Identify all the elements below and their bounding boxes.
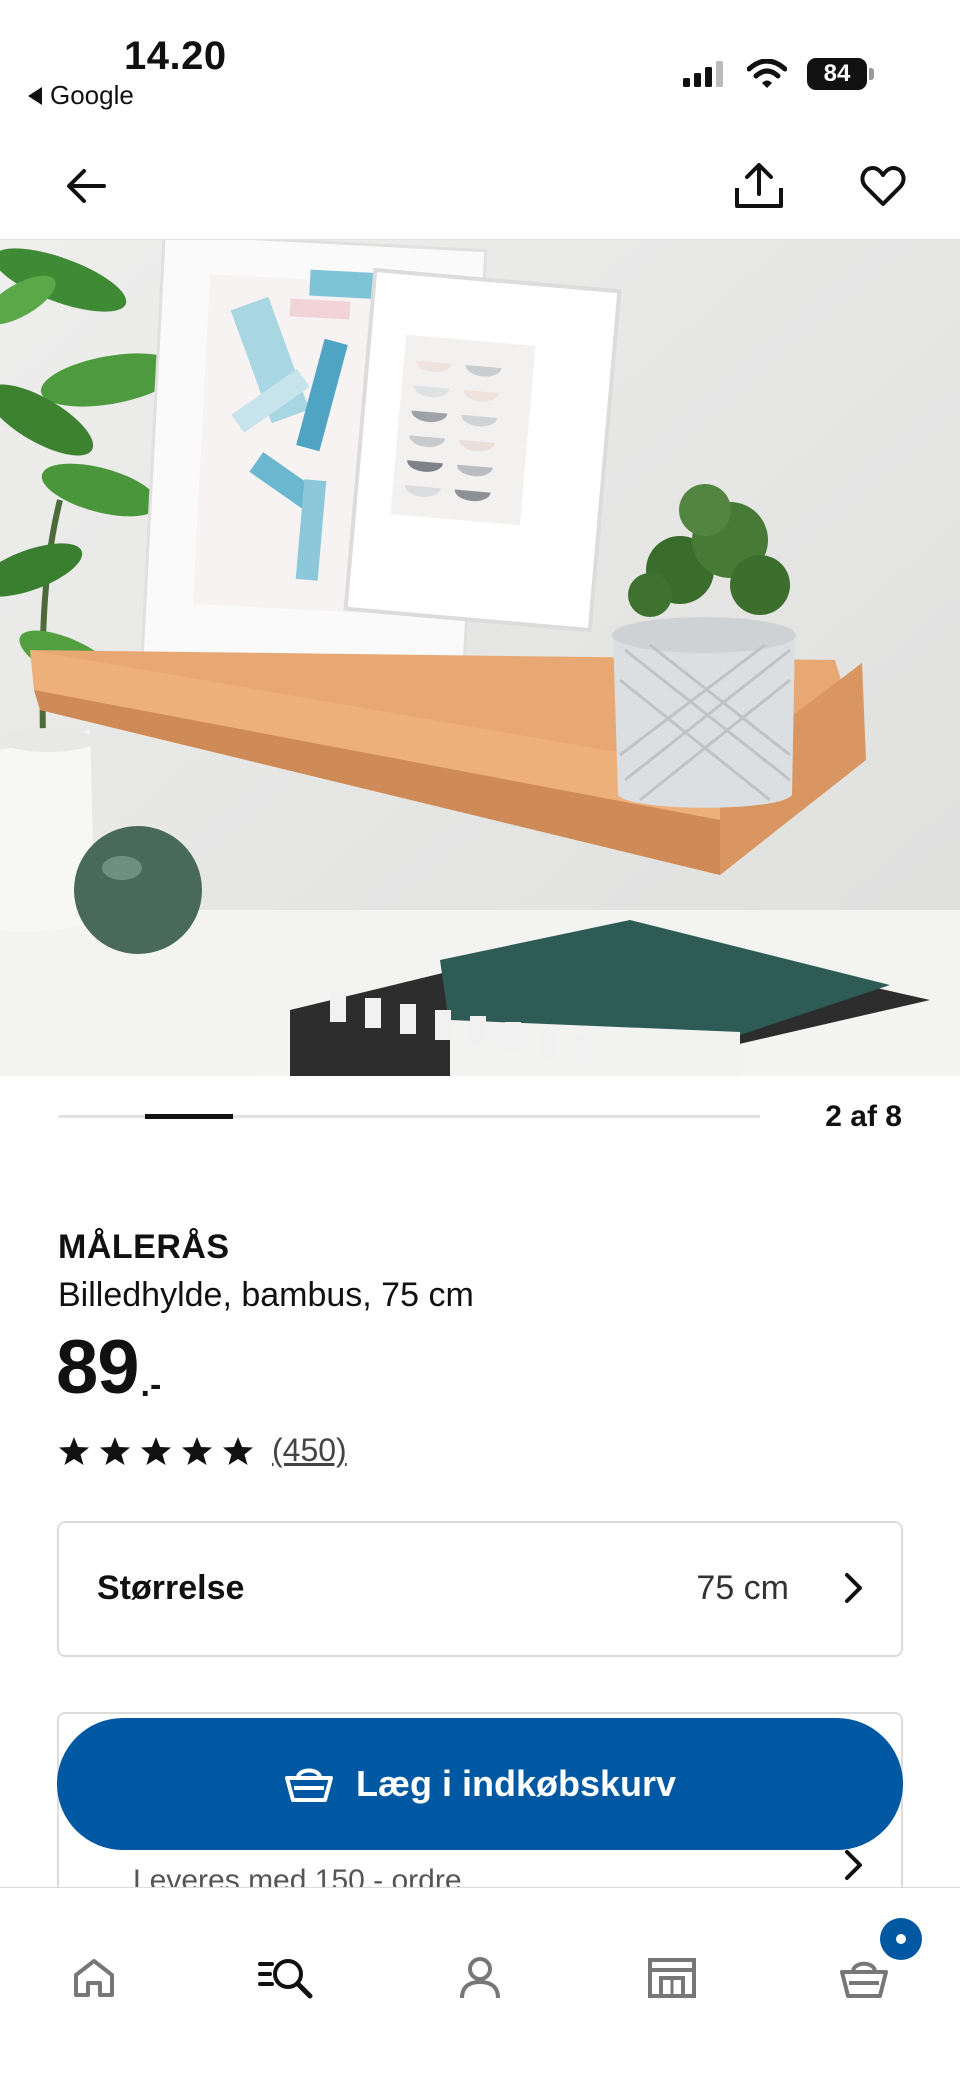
status-time: 14.20 — [124, 34, 227, 78]
cart-badge-dot — [896, 1934, 906, 1944]
pager-label: 2 af 8 — [825, 1100, 902, 1133]
add-to-cart-button[interactable]: Læg i indkøbskurv — [57, 1718, 903, 1850]
nav-profile[interactable] — [440, 1938, 520, 2018]
status-bar: 14.20 Google 84 — [0, 0, 960, 130]
product-description: Billedhylde, bambus, 75 cm — [58, 1276, 474, 1314]
bottom-navigation — [0, 1887, 960, 2087]
pager-active-segment — [145, 1114, 233, 1119]
add-to-cart-label: Læg i indkøbskurv — [355, 1763, 677, 1804]
green-sphere — [74, 826, 202, 954]
nav-search[interactable] — [246, 1938, 326, 2018]
size-selector[interactable]: Størrelse 75 cm — [57, 1521, 903, 1657]
nav-home[interactable] — [54, 1938, 134, 2018]
home-icon — [74, 1959, 114, 1997]
star-icon — [59, 1436, 89, 1465]
basket-icon — [284, 1768, 333, 1802]
rating-stars — [58, 1436, 254, 1466]
size-value: 75 cm — [696, 1569, 789, 1607]
store-icon — [648, 1958, 696, 1998]
star-icon — [182, 1436, 212, 1465]
product-photo-illustration — [0, 240, 960, 1076]
review-count-link[interactable]: (450) — [272, 1432, 347, 1469]
chevron-right-icon — [845, 1573, 862, 1603]
cart-badge — [880, 1918, 922, 1960]
cart-icon — [840, 1961, 888, 1998]
share-icon — [735, 163, 783, 208]
chevron-right-icon — [845, 1850, 862, 1880]
rating[interactable]: (450) — [58, 1432, 347, 1469]
favorite-button[interactable] — [851, 154, 915, 218]
profile-icon — [460, 1957, 500, 1999]
star-icon — [100, 1436, 130, 1465]
battery-cap — [869, 68, 874, 80]
front-frame — [343, 267, 622, 633]
star-icon — [223, 1436, 253, 1465]
product-name: MÅLERÅS — [58, 1228, 230, 1266]
app-header — [0, 130, 960, 240]
product-price: 89 .- — [56, 1330, 161, 1406]
back-to-app-link[interactable]: Google — [28, 80, 134, 111]
back-button[interactable] — [54, 154, 118, 218]
wifi-icon — [747, 59, 787, 88]
back-app-label: Google — [50, 80, 134, 110]
heart-icon — [860, 166, 906, 206]
star-icon — [141, 1436, 171, 1465]
price-suffix: .- — [140, 1366, 162, 1404]
size-label: Størrelse — [97, 1569, 245, 1607]
battery-indicator: 84 — [807, 58, 874, 90]
back-triangle-icon — [28, 86, 42, 105]
price-integer: 89 — [56, 1325, 140, 1410]
share-button[interactable] — [727, 154, 791, 218]
battery-level: 84 — [807, 58, 867, 90]
status-indicators: 84 — [683, 58, 874, 90]
product-image[interactable] — [0, 240, 960, 1076]
cellular-signal-icon — [683, 61, 723, 87]
nav-store[interactable] — [632, 1938, 712, 2018]
image-pager: 2 af 8 — [58, 1098, 902, 1138]
search-list-icon — [258, 1959, 313, 1999]
arrow-left-icon — [67, 169, 106, 203]
